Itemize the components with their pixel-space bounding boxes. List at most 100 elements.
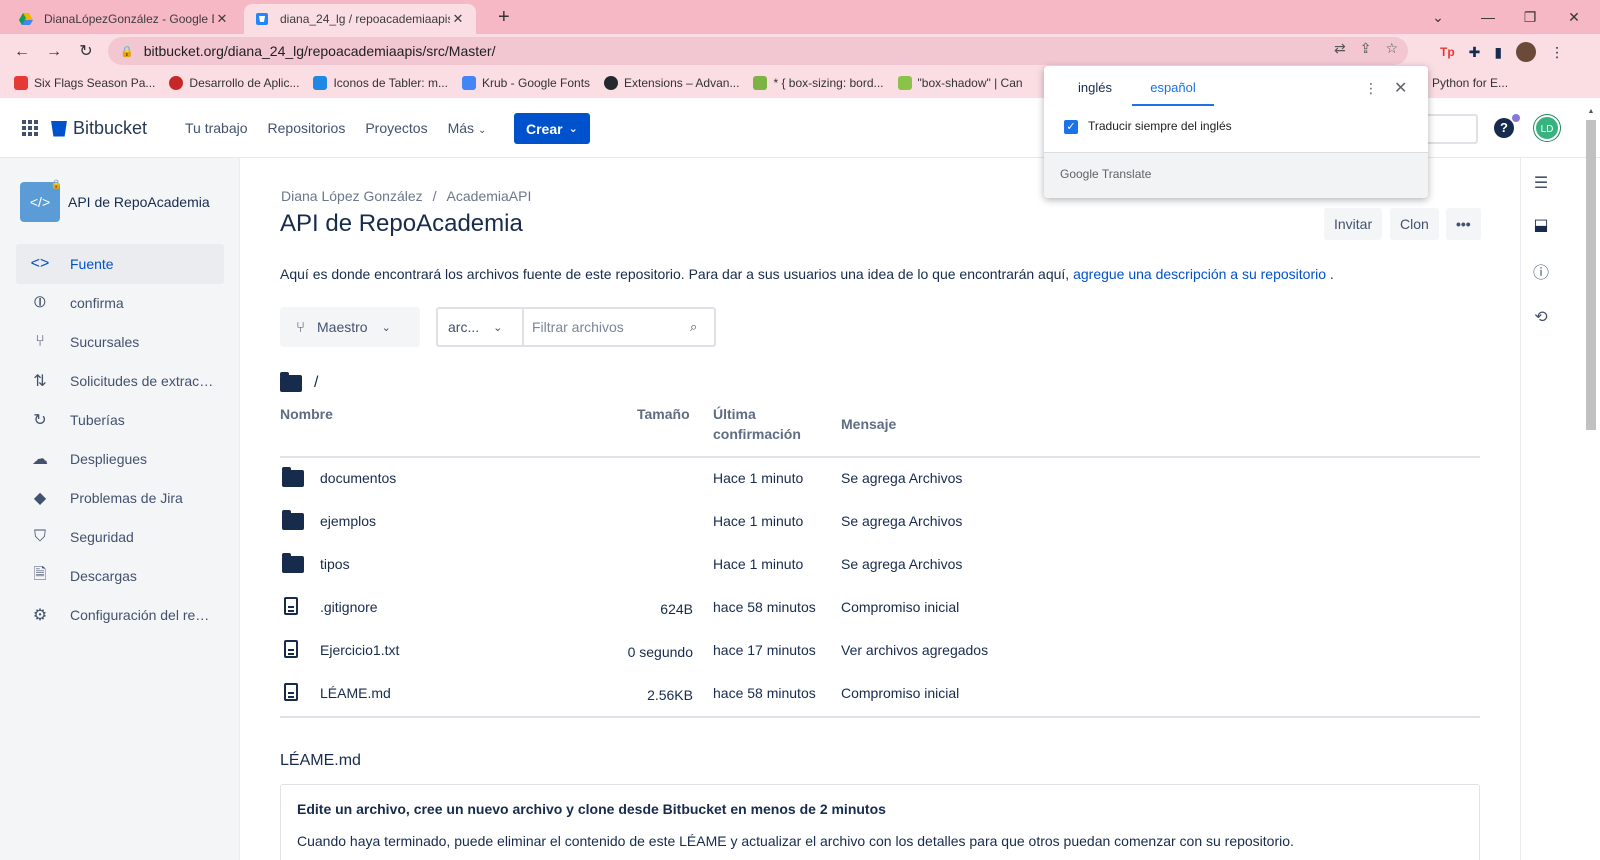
- scrollbar[interactable]: [1586, 120, 1596, 860]
- invite-button[interactable]: Invitar: [1324, 208, 1383, 240]
- forward-button[interactable]: →: [42, 40, 66, 64]
- bookmark[interactable]: Desarrollo de Aplic...: [169, 76, 299, 90]
- close-icon[interactable]: ✕: [450, 11, 466, 27]
- file-name[interactable]: documentos: [320, 470, 396, 486]
- sidebar-item-pipelines[interactable]: ↻ Tuberías: [16, 400, 224, 440]
- star-icon[interactable]: ☆: [1385, 40, 1398, 57]
- filter-type-select[interactable]: arc... ⌄: [438, 309, 524, 345]
- sidebar-item-deployments[interactable]: ☁ Despliegues: [16, 439, 224, 479]
- bitbucket-logo[interactable]: Bitbucket: [51, 118, 147, 139]
- file-name[interactable]: tipos: [320, 556, 350, 572]
- repo-description: Aquí es donde encontrará los archivos fu…: [280, 266, 1334, 282]
- url-bar[interactable]: 🔒 bitbucket.org/diana_24_lg/repoacademia…: [108, 37, 1408, 65]
- kebab-menu-icon[interactable]: ⋮: [1364, 80, 1378, 97]
- file-name[interactable]: ejemplos: [320, 513, 376, 529]
- bookmark[interactable]: Extensions – Advan...: [604, 76, 739, 90]
- close-window-button[interactable]: ✕: [1552, 4, 1596, 30]
- sidebar-item-security[interactable]: ⛉ Seguridad: [16, 517, 224, 557]
- file-icon: [284, 597, 298, 618]
- sidebar-item-downloads[interactable]: 🗎 Descargas: [16, 556, 224, 596]
- bookmark[interactable]: "box-shadow" | Can: [897, 76, 1023, 90]
- bookmark[interactable]: Krub - Google Fonts: [461, 76, 590, 90]
- clone-button[interactable]: Clon: [1390, 208, 1439, 240]
- puzzle-icon[interactable]: ✚: [1469, 44, 1481, 61]
- sidebar-item-settings[interactable]: ⚙ Configuración del repositorio: [16, 595, 224, 635]
- bitbucket-icon[interactable]: ⬓: [1531, 216, 1551, 236]
- sidebar-item-commits[interactable]: ⦶ confirma: [16, 283, 224, 323]
- repo-header[interactable]: </> 🔒 API de RepoAcademia: [20, 179, 210, 222]
- add-description-link[interactable]: agregue una descripción a su repositorio: [1073, 266, 1326, 282]
- file-name[interactable]: Ejercicio1.txt: [320, 642, 399, 658]
- share-icon[interactable]: ⇪: [1360, 40, 1372, 57]
- file-message: Compromiso inicial: [841, 599, 960, 615]
- minimize-button[interactable]: —: [1466, 4, 1510, 30]
- sidebar-item-jira[interactable]: ◆ Problemas de Jira: [16, 478, 224, 518]
- bookmark[interactable]: Python for E...: [1432, 76, 1508, 90]
- extension-tp-icon[interactable]: Tp: [1440, 45, 1455, 59]
- avatar[interactable]: LD: [1534, 115, 1560, 141]
- close-icon[interactable]: ✕: [214, 11, 230, 27]
- pipelines-icon: ↻: [33, 412, 47, 429]
- right-rail: ☰ ⬓ ⓘ ⟲: [1520, 158, 1560, 860]
- translate-icon[interactable]: ⇄: [1334, 40, 1346, 57]
- create-button[interactable]: Crear ⌄: [514, 113, 590, 144]
- sidebar-item-branches[interactable]: ⑂ Sucursales: [16, 322, 224, 362]
- top-navigation: Tu trabajo Repositorios Proyectos Más ⌄: [185, 120, 486, 136]
- browser-tab-bitbucket[interactable]: diana_24_lg / repoacademiaapis ✕: [244, 4, 476, 34]
- file-message: Se agrega Archivos: [841, 513, 963, 529]
- bookmark-favicon: [753, 76, 768, 90]
- tab-lang-to[interactable]: español: [1132, 74, 1214, 106]
- nav-more[interactable]: Más ⌄: [448, 120, 487, 136]
- nav-your-work[interactable]: Tu trabajo: [185, 120, 248, 136]
- more-actions-button[interactable]: •••: [1446, 208, 1481, 240]
- profile-avatar[interactable]: [1516, 42, 1537, 62]
- app-switcher-icon[interactable]: [22, 120, 38, 136]
- browser-tab-drive[interactable]: DianaLópezGonzález - Google Dr ✕: [8, 4, 240, 34]
- search-icon: ⌕: [690, 319, 698, 334]
- kebab-menu-icon[interactable]: ⋮: [1550, 44, 1564, 61]
- help-icon[interactable]: ?: [1494, 118, 1514, 138]
- repo-sidebar: </> 🔒 API de RepoAcademia <> Fuente ⦶ co…: [0, 158, 240, 860]
- nav-repositories[interactable]: Repositorios: [268, 120, 346, 136]
- bookmark[interactable]: Iconos de Tabler: m...: [313, 76, 448, 90]
- folder-icon: [282, 553, 304, 576]
- back-button[interactable]: ←: [10, 40, 34, 64]
- tab-search-icon[interactable]: ⌄: [1416, 4, 1460, 30]
- sync-icon[interactable]: ⟲: [1531, 308, 1551, 328]
- filter-files-input[interactable]: Filtrar archivos: [524, 319, 690, 335]
- close-icon[interactable]: ✕: [1394, 78, 1407, 98]
- file-last-commit: hace 17 minutos: [713, 642, 816, 658]
- table-row[interactable]: LÉAME.md 2.56KB hace 58 minutos Compromi…: [280, 673, 1480, 715]
- details-panel-icon[interactable]: ☰: [1531, 174, 1551, 194]
- tabler-icon: [313, 76, 328, 90]
- bookmark[interactable]: * { box-sizing: bord...: [753, 76, 884, 90]
- shield-icon: ⛉: [33, 528, 46, 545]
- table-row[interactable]: ejemplos Hace 1 minuto Se agrega Archivo…: [280, 501, 1480, 543]
- breadcrumb-project[interactable]: AcademiaAPI: [447, 188, 532, 204]
- table-bottom-divider: [280, 716, 1480, 718]
- always-translate-checkbox[interactable]: ✓: [1064, 120, 1078, 134]
- table-row[interactable]: Ejercicio1.txt 0 segundo hace 17 minutos…: [280, 630, 1480, 672]
- reload-button[interactable]: ↻: [74, 40, 98, 64]
- restore-button[interactable]: ❐: [1508, 4, 1552, 30]
- path-text: /: [314, 374, 319, 391]
- scrollbar-thumb[interactable]: [1586, 120, 1596, 430]
- sidebar-item-pull-requests[interactable]: ⇅ Solicitudes de extracción: [16, 361, 224, 401]
- scroll-up-arrow[interactable]: ▲: [1586, 108, 1596, 115]
- breadcrumb-owner[interactable]: Diana López González: [281, 188, 423, 204]
- table-row[interactable]: .gitignore 624B hace 58 minutos Compromi…: [280, 587, 1480, 629]
- table-row[interactable]: tipos Hace 1 minuto Se agrega Archivos: [280, 544, 1480, 586]
- file-icon: [284, 640, 298, 661]
- bookmark[interactable]: Six Flags Season Pa...: [14, 76, 155, 90]
- google-fonts-icon: [461, 76, 476, 90]
- file-name[interactable]: .gitignore: [320, 599, 378, 615]
- tab-lang-from[interactable]: inglés: [1078, 74, 1112, 106]
- table-row[interactable]: documentos Hace 1 minuto Se agrega Archi…: [280, 458, 1480, 500]
- sidepanel-icon[interactable]: ▮: [1494, 44, 1502, 61]
- file-name[interactable]: LÉAME.md: [320, 685, 391, 701]
- nav-projects[interactable]: Proyectos: [365, 120, 427, 136]
- branch-selector[interactable]: ⑂ Maestro ⌄: [280, 307, 420, 347]
- info-icon[interactable]: ⓘ: [1531, 264, 1551, 284]
- new-tab-button[interactable]: +: [498, 6, 510, 29]
- sidebar-item-source[interactable]: <> Fuente: [16, 244, 224, 284]
